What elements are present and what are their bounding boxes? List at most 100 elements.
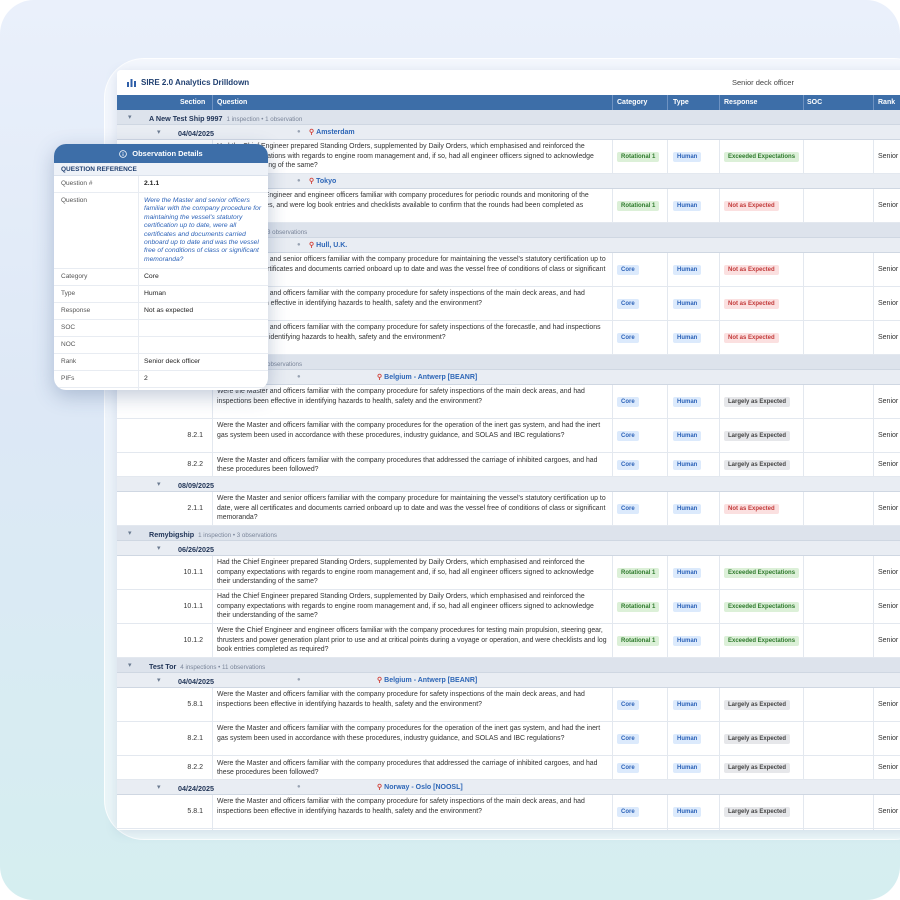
observation-row[interactable]: 5.8.1 Were the Master and officers famili… [117, 795, 900, 829]
chevron-down-icon[interactable]: ▾ [128, 113, 132, 121]
category-badge: Rotational 1 [617, 201, 660, 211]
column-divider [719, 453, 720, 476]
column-divider [667, 287, 668, 320]
col-soc-header[interactable]: SOC [807, 99, 822, 106]
category-badge: Core [617, 763, 639, 773]
port-location[interactable]: ⚲ Amsterdam [309, 128, 355, 136]
inspection-date-row[interactable]: ▾ 06/26/2025 [117, 541, 900, 556]
rank-cell: Senior [878, 432, 899, 439]
column-divider [212, 419, 213, 452]
question-text: Were the Master and officers familiar wi… [217, 422, 601, 439]
observation-row[interactable]: 5.8.1 Were the Master and officers famili… [117, 688, 900, 722]
column-divider [873, 795, 874, 828]
type-badge: Human [673, 265, 702, 275]
column-divider [803, 795, 804, 828]
chevron-down-icon[interactable]: ▾ [157, 128, 161, 136]
question-text: Were the Master and officers familiar wi… [217, 691, 585, 708]
category-badge: Core [617, 807, 639, 817]
detail-field-row: Rank Senior deck officer [54, 354, 268, 371]
chevron-down-icon[interactable]: ▾ [157, 480, 161, 488]
section-number: 10.1.1 [183, 569, 203, 576]
field-label: SOC [61, 324, 76, 331]
inspection-date-row[interactable]: ▾ 04/04/2025 ● ⚲ Amsterdam [117, 125, 900, 140]
chevron-down-icon[interactable]: ▾ [128, 661, 132, 669]
port-location[interactable]: ⚲ Belgium - Antwerp [BEANR] [377, 676, 477, 684]
column-divider [873, 590, 874, 623]
rank-cell: Senior [878, 735, 899, 742]
col-question-header[interactable]: Question [217, 99, 247, 106]
ship-name: 3 observations [263, 227, 307, 236]
observation-row[interactable]: 10.1.1 Had the Chief Engineer prepared St… [117, 556, 900, 590]
rank-cell: Senior [878, 569, 899, 576]
port-location[interactable]: ⚲ Norway - Oslo [NOOSL] [377, 783, 463, 791]
field-value: 2 [144, 375, 148, 382]
chevron-down-icon[interactable]: ▾ [157, 783, 161, 791]
observation-row[interactable]: Were the Master and officers familiar wi… [117, 385, 900, 419]
response-badge: Not as Expected [724, 265, 779, 275]
question-text: Were the Master and officers familiar wi… [217, 725, 601, 742]
column-divider [719, 590, 720, 623]
separator-dot: ● [297, 783, 301, 790]
info-icon [119, 149, 128, 158]
ship-group-row[interactable]: ▾ Test Tor 4 inspections • 11 observations [117, 658, 900, 673]
observation-row[interactable]: 8.2.2 Were the Master and officers famili… [117, 453, 900, 477]
column-divider [667, 722, 668, 755]
column-divider [612, 419, 613, 452]
column-divider [667, 321, 668, 354]
col-rank-header[interactable]: Rank [878, 99, 895, 106]
inspection-date-row[interactable]: ▾ 04/04/2025 ● ⚲ Belgium - Antwerp [BEANR] [117, 673, 900, 688]
col-category-header[interactable]: Category [617, 99, 647, 106]
column-divider [612, 253, 613, 286]
question-text: Were the Chief Engineer and engineer off… [217, 192, 589, 218]
column-divider [612, 189, 613, 222]
port-location[interactable]: ⚲ Belgium - Antwerp [BEANR] [377, 373, 477, 381]
chevron-down-icon[interactable]: ▾ [157, 676, 161, 684]
column-divider [719, 140, 720, 173]
observation-row[interactable]: 8.2.1Were the Master and officers famili… [117, 722, 900, 756]
port-name: Amsterdam [316, 129, 355, 136]
chevron-down-icon[interactable]: ▾ [157, 544, 161, 552]
question-text: Were the Master and officers familiar wi… [217, 388, 585, 405]
column-divider [612, 556, 613, 589]
port-location[interactable]: ⚲ Tokyo [309, 177, 336, 185]
separator-dot: ● [297, 241, 301, 248]
col-type-header[interactable]: Type [673, 99, 689, 106]
port-location[interactable]: ⚲ Hull, U.K. [309, 241, 347, 249]
column-divider [212, 756, 213, 779]
column-divider [667, 189, 668, 222]
observation-row[interactable]: 8.2.2 Were the Master and officers famili… [117, 756, 900, 780]
observation-row[interactable]: 8.2.1Were the Master and officers famili… [117, 419, 900, 453]
question-text: Had the Chief Engineer prepared Standing… [217, 143, 594, 170]
rank-cell: Senior [878, 637, 899, 644]
column-divider [667, 140, 668, 173]
ship-meta: observations [267, 360, 303, 368]
ship-name: Remybigship 1 inspection • 3 observations [149, 530, 277, 539]
inspection-date-row[interactable]: ▾ 04/24/2025 ● ⚲ Norway - Oslo [NOOSL] [117, 780, 900, 795]
column-divider [667, 590, 668, 623]
column-divider [667, 253, 668, 286]
type-badge: Human [673, 299, 702, 309]
observation-row[interactable]: 8.2.1Were the Master and officers famili… [117, 829, 900, 830]
column-divider [873, 829, 874, 830]
question-reference-heading: QUESTION REFERENCE [54, 163, 268, 176]
observation-row[interactable]: 2.1.1 Were the Master and senior officers… [117, 492, 900, 526]
col-section-header[interactable]: Section [180, 99, 205, 106]
ship-group-row[interactable]: ▾ A New Test Ship 9997 1 inspection • 1 ob… [117, 110, 900, 125]
inspection-date: 06/26/2025 [178, 544, 214, 554]
ship-group-row[interactable]: ▾ Remybigship 1 inspection • 3 observation… [117, 526, 900, 541]
inspection-date-row[interactable]: ▾ 08/09/2025 [117, 477, 900, 492]
column-divider [667, 453, 668, 476]
type-badge: Human [673, 333, 702, 343]
column-divider [612, 492, 613, 525]
field-label: Category [61, 273, 88, 280]
observation-row[interactable]: 10.1.1 Had the Chief Engineer prepared St… [117, 590, 900, 624]
response-badge: Not as Expected [724, 201, 779, 211]
inspection-date: 04/04/2025 [178, 128, 214, 138]
category-badge: Rotational 1 [617, 602, 660, 612]
col-response-header[interactable]: Response [724, 99, 757, 106]
column-divider [667, 492, 668, 525]
chevron-down-icon[interactable]: ▾ [128, 529, 132, 537]
rank-filter-label[interactable]: Senior deck officer [732, 78, 794, 87]
observation-row[interactable]: 10.1.2 Were the Chief Engineer and engine… [117, 624, 900, 658]
response-badge: Exceeded Expectations [724, 602, 800, 612]
